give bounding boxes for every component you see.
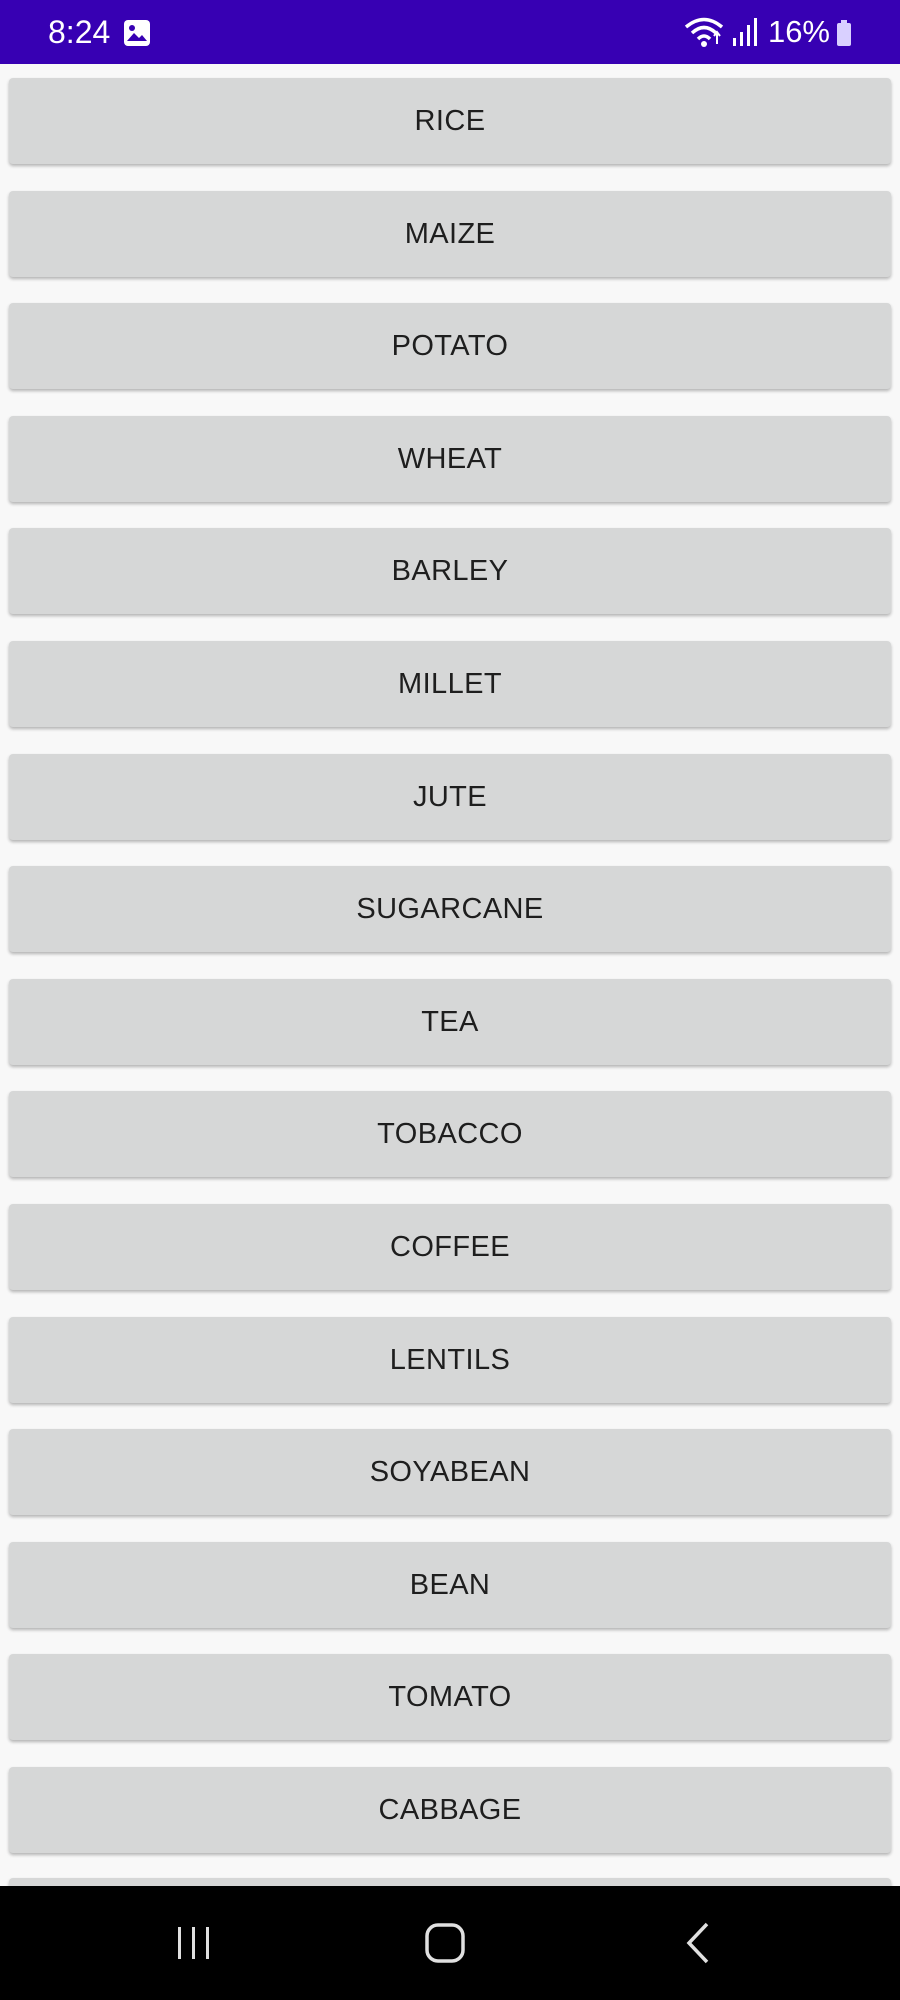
wifi-icon	[684, 17, 724, 47]
home-icon	[425, 1923, 465, 1963]
status-bar: 8:24 16%	[0, 0, 900, 64]
battery-percentage: 16%	[767, 14, 830, 49]
signal-icon	[733, 18, 757, 46]
recents-icon	[178, 1927, 209, 1959]
crop-button[interactable]: CABBAGE	[9, 1767, 891, 1853]
crop-button[interactable]: MAIZE	[9, 191, 891, 277]
crop-button[interactable]: SOYABEAN	[9, 1429, 891, 1515]
crop-button[interactable]: TOMATO	[9, 1654, 891, 1740]
status-time: 8:24	[48, 14, 111, 50]
crop-button[interactable]: JUTE	[9, 754, 891, 840]
crop-button-partial[interactable]	[9, 1878, 891, 1886]
crop-button[interactable]: MILLET	[9, 641, 891, 727]
crop-button[interactable]: TOBACCO	[9, 1091, 891, 1177]
image-notification-icon	[124, 20, 150, 46]
crop-button[interactable]: BARLEY	[9, 528, 891, 614]
crop-button[interactable]: POTATO	[9, 303, 891, 389]
battery-icon	[837, 20, 851, 46]
back-icon	[686, 1922, 709, 1964]
crop-button[interactable]: TEA	[9, 979, 891, 1065]
crop-button[interactable]: BEAN	[9, 1542, 891, 1628]
navigation-bar	[0, 1886, 900, 2000]
home-button[interactable]	[385, 1886, 505, 2000]
recents-button[interactable]	[134, 1886, 254, 2000]
crop-button[interactable]: LENTILS	[9, 1317, 891, 1403]
back-button[interactable]	[638, 1886, 758, 2000]
crop-button[interactable]: SUGARCANE	[9, 866, 891, 952]
crop-button[interactable]: COFFEE	[9, 1204, 891, 1290]
crop-button[interactable]: WHEAT	[9, 416, 891, 502]
crop-list: RICE MAIZE POTATO WHEAT BARLEY MILLET JUTE SUGA…	[0, 64, 900, 1886]
crop-button[interactable]: RICE	[9, 78, 891, 164]
